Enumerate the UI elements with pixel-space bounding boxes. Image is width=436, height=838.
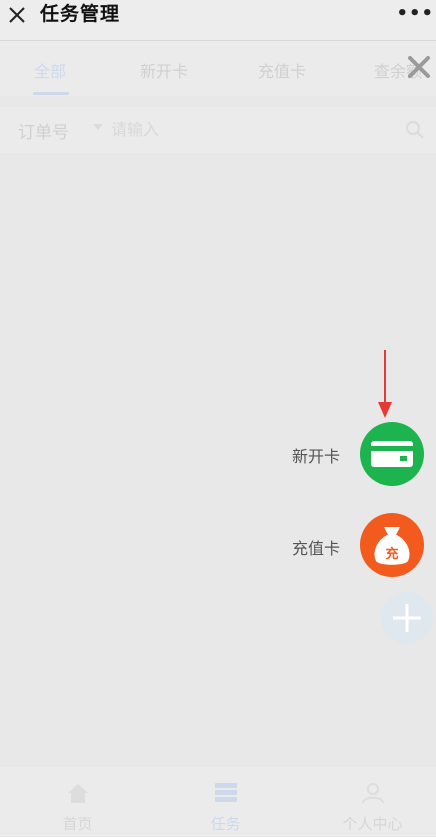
annotation-arrow-icon [378, 350, 392, 418]
money-bag-icon: 充 [374, 527, 410, 565]
page-title: 任务管理 [40, 3, 121, 25]
title-bar: 任务管理 ••• [0, 0, 436, 41]
fab-recharge-card-button[interactable]: 充 [360, 513, 424, 577]
fab-new-card-button[interactable] [360, 422, 424, 486]
fab-new-card-label[interactable]: 新开卡 [292, 443, 340, 467]
plus-icon [393, 604, 421, 632]
recharge-badge: 充 [385, 546, 398, 562]
fab-recharge-card-label[interactable]: 充值卡 [292, 535, 340, 559]
close-overlay-icon[interactable] [404, 52, 434, 82]
close-icon[interactable] [6, 4, 28, 26]
card-icon [371, 441, 413, 467]
more-menu-icon[interactable]: ••• [396, 3, 434, 24]
fab-toggle-button[interactable] [381, 592, 433, 644]
